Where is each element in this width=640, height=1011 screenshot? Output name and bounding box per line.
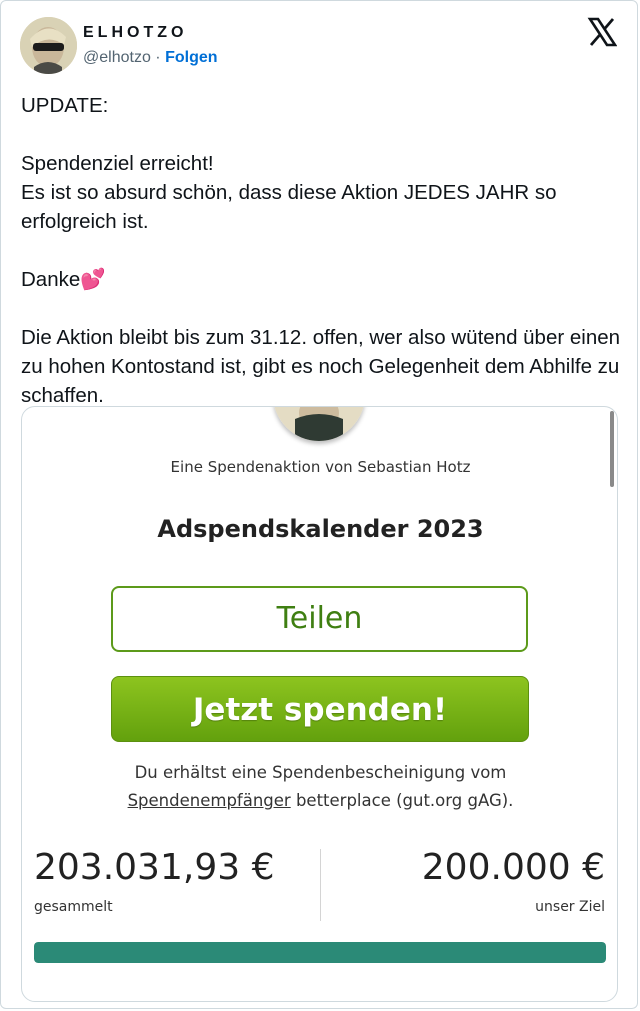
share-button[interactable]: Teilen xyxy=(111,586,528,652)
collected-label: gesammelt xyxy=(34,899,113,915)
campaign-byline: Eine Spendenaktion von Sebastian Hotz xyxy=(170,458,471,476)
author-handle[interactable]: @elhotzo xyxy=(83,49,151,66)
follow-button[interactable]: Folgen xyxy=(165,49,217,66)
tweet-line-update: UPDATE: xyxy=(21,94,109,117)
goal-amount: 200.000 € xyxy=(421,847,605,888)
stats-divider xyxy=(320,849,321,921)
campaign-title: Adspendskalender 2023 xyxy=(157,515,484,543)
tweet-line-goal: Spendenziel erreicht! xyxy=(21,152,214,175)
media-screenshot[interactable]: Eine Spendenaktion von Sebastian Hotz Ad… xyxy=(21,406,618,1002)
meta-separator: · xyxy=(155,49,161,66)
avatar-portrait xyxy=(20,17,77,74)
tweet-line-absurd: Es ist so absurd schön, dass diese Aktio… xyxy=(21,181,557,233)
receipt-note: Du erhältst eine Spendenbescheinigung vo… xyxy=(22,759,617,815)
tweet-text: UPDATE: Spendenziel erreicht! Es ist so … xyxy=(21,91,621,410)
receipt-text-1: Du erhältst eine Spendenbescheinigung vo… xyxy=(134,763,507,782)
receipt-text-2: betterplace (gut.org gAG). xyxy=(290,791,514,810)
author-avatar[interactable] xyxy=(20,17,77,74)
goal-label: unser Ziel xyxy=(535,899,605,915)
x-logo-icon[interactable] xyxy=(587,17,618,47)
tweet-card: ELHOTZO @elhotzo · Folgen UPDATE: Spende… xyxy=(0,0,638,1009)
two-hearts-emoji: 💕 xyxy=(80,268,106,291)
tweet-line-open: Die Aktion bleibt bis zum 31.12. offen, … xyxy=(21,326,621,407)
progress-fill xyxy=(34,942,606,963)
donate-button[interactable]: Jetzt spenden! xyxy=(111,676,529,742)
thanks-text: Danke xyxy=(21,268,81,291)
tweet-line-thanks: Danke💕 xyxy=(21,265,621,294)
campaign-avatar xyxy=(273,407,365,441)
author-display-name[interactable]: ELHOTZO xyxy=(83,24,187,42)
progress-bar xyxy=(34,942,606,963)
recipient-link[interactable]: Spendenempfänger xyxy=(128,791,291,810)
collected-amount: 203.031,93 € xyxy=(34,847,275,888)
author-meta: @elhotzo · Folgen xyxy=(83,49,218,67)
